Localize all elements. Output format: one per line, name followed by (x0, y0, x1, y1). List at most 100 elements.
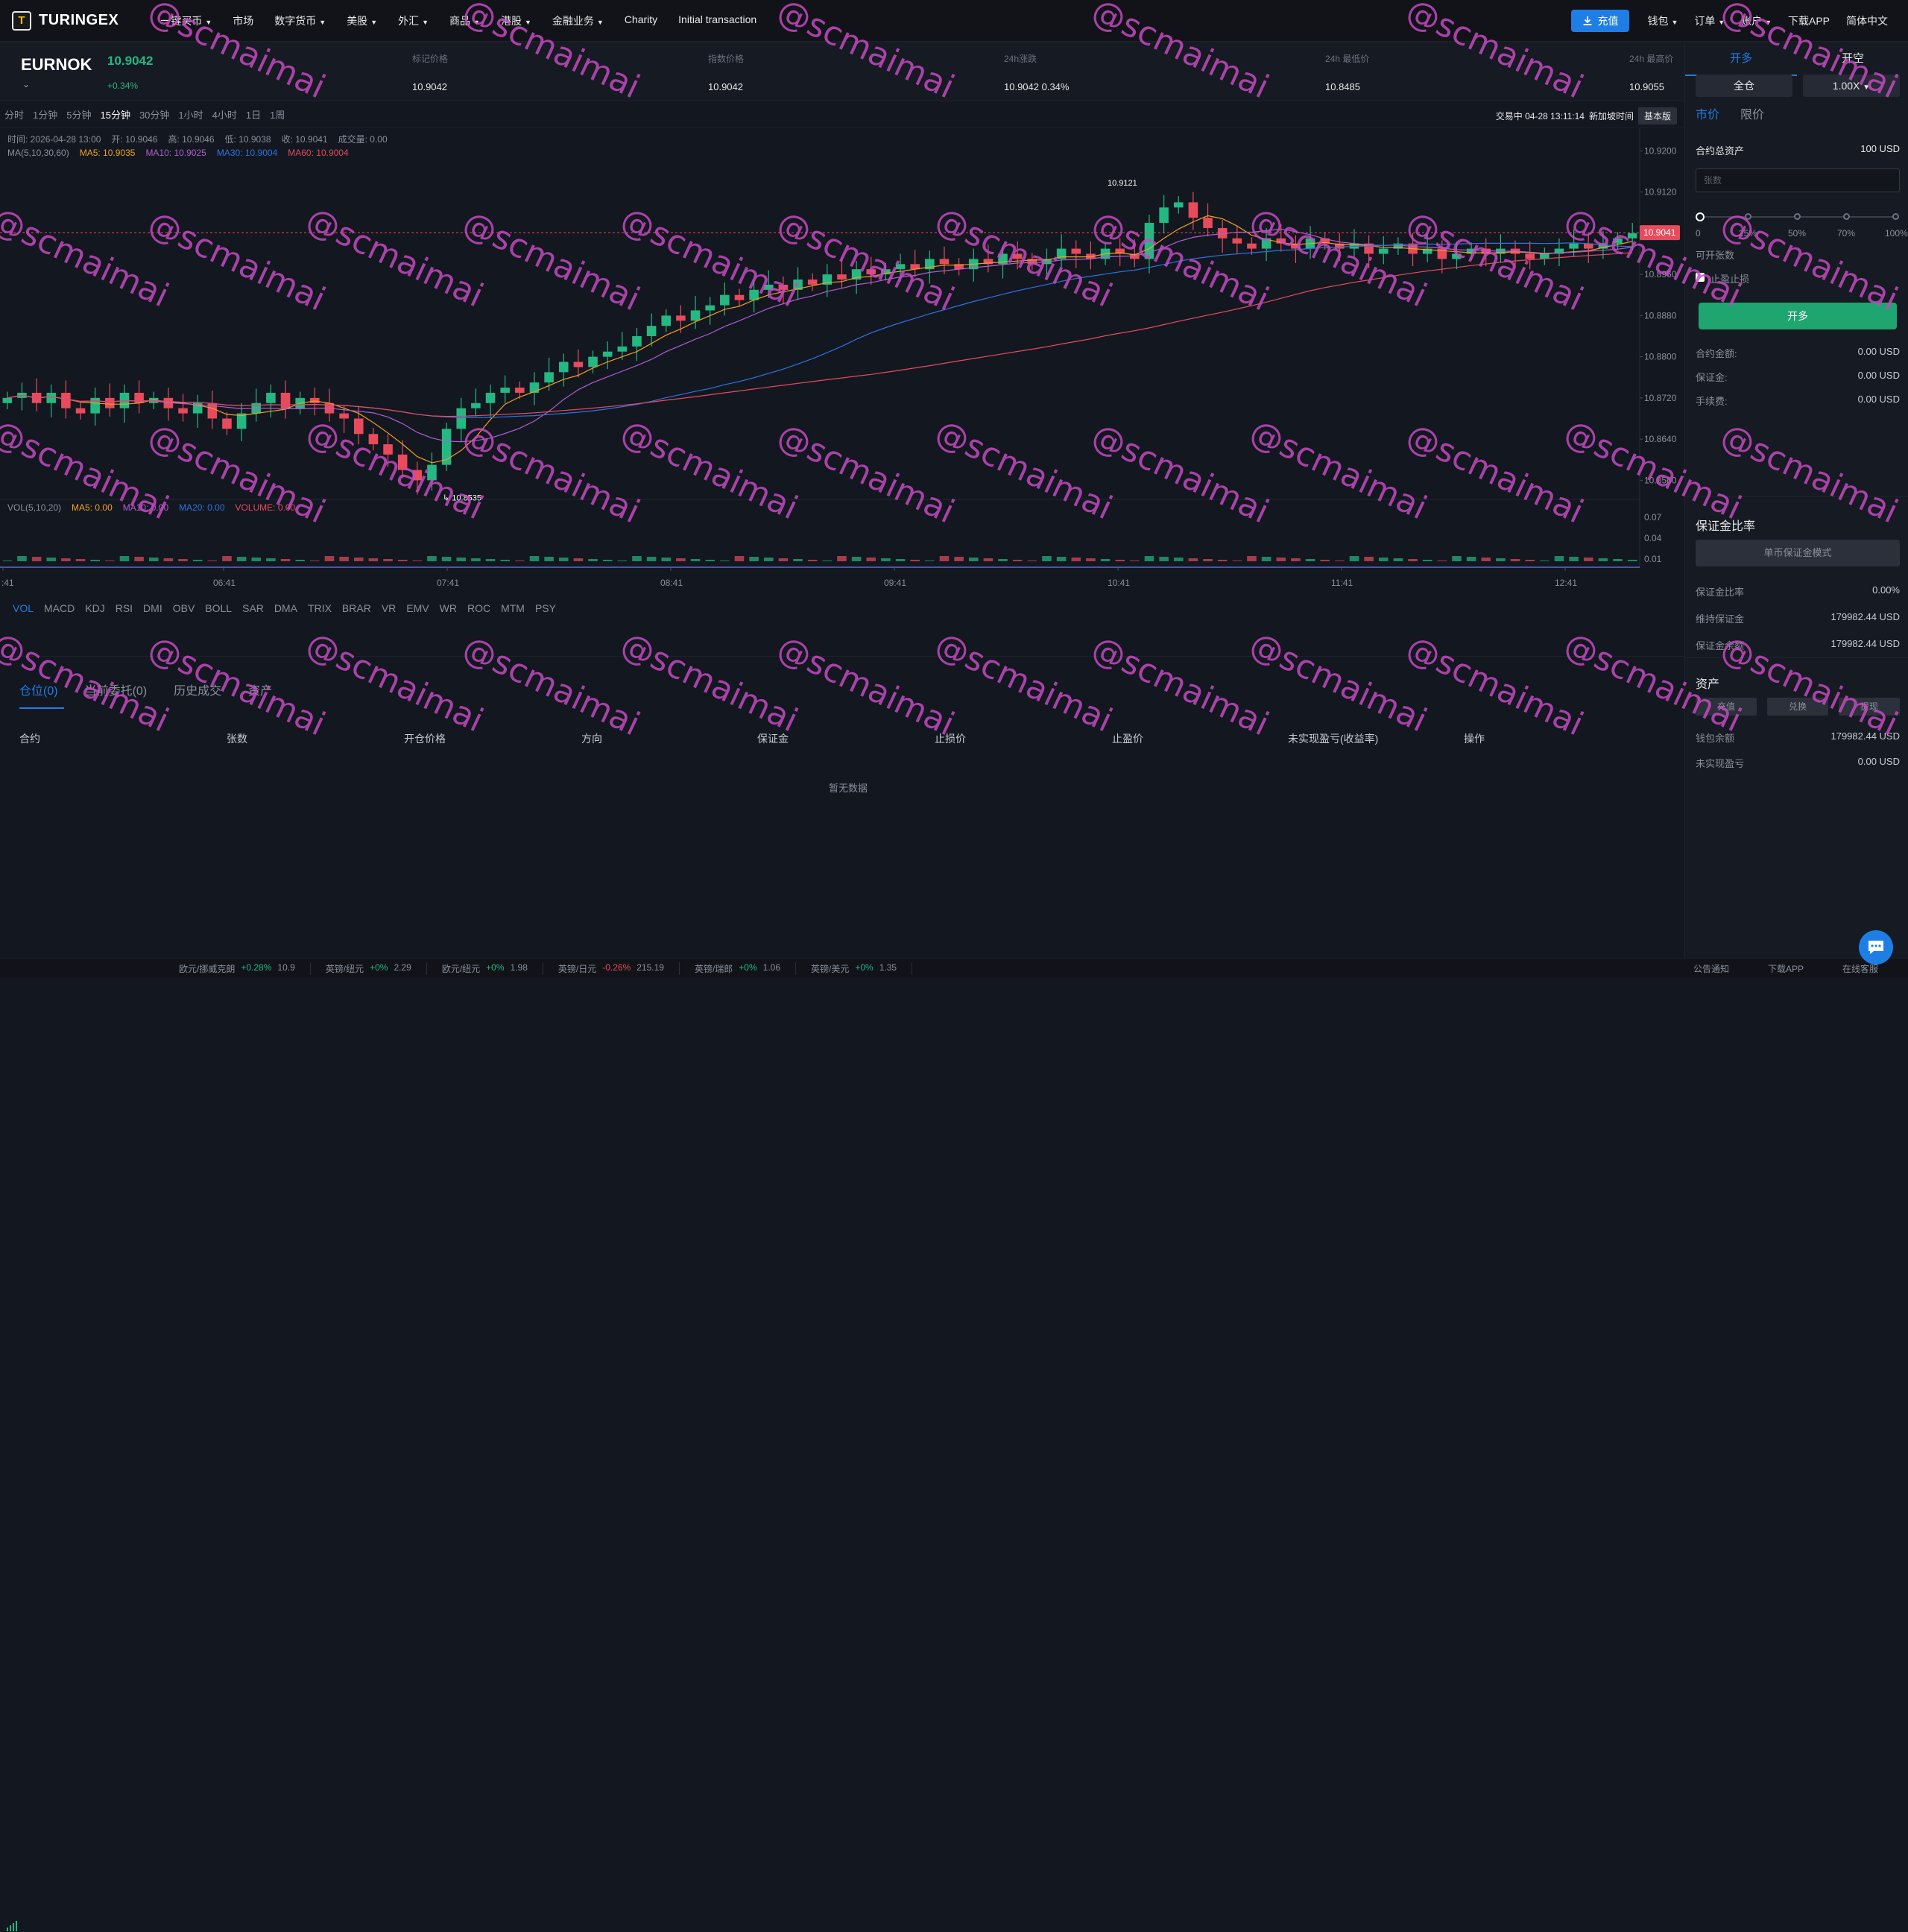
slider-stop-100[interactable] (1892, 213, 1899, 220)
nav-orders[interactable]: 订单 ▼ (1686, 13, 1733, 28)
current-price-label: 10.9041 (1643, 227, 1676, 238)
indicator-sar[interactable]: SAR (237, 602, 269, 614)
order-type-limit[interactable]: 限价 (1740, 104, 1764, 122)
tf-1h[interactable]: 1小时 (174, 107, 207, 121)
time-tick-label: 12:41 (1555, 578, 1577, 588)
slider-stop-50[interactable] (1794, 213, 1801, 220)
logo[interactable]: T TURINGEX (12, 10, 119, 31)
indicator-rsi[interactable]: RSI (110, 602, 138, 614)
status-ticker[interactable]: 英镑/瑞郎 +0% 1.06 (680, 962, 797, 975)
indicator-macd[interactable]: MACD (39, 602, 80, 614)
candlestick-chart[interactable]: 10.920010.912010.904010.896010.888010.88… (0, 128, 1684, 598)
slider-handle[interactable] (1696, 212, 1705, 221)
nav-charity[interactable]: Charity (614, 13, 668, 28)
nav-quick-buy[interactable]: 一键买币 ▼ (150, 13, 222, 28)
volume-bar (1627, 560, 1637, 561)
price-tick-label: 10.9200 (1644, 145, 1677, 156)
nav-download-app[interactable]: 下载APP (1780, 13, 1838, 28)
tf-4h[interactable]: 4小时 (208, 107, 241, 121)
slider-stop-25[interactable] (1745, 213, 1751, 220)
candle-body (807, 280, 818, 285)
margin-mode-select[interactable]: 全仓 (1696, 75, 1792, 97)
time-tick-label: :41 (1, 578, 14, 588)
tf-15m[interactable]: 15分钟 (95, 107, 134, 121)
active-tab-indicator (19, 707, 64, 709)
nav-commodities[interactable]: 商品 ▼ (439, 13, 490, 28)
indicator-trix[interactable]: TRIX (303, 602, 337, 614)
tf-30m[interactable]: 30分钟 (135, 107, 174, 121)
indicator-vol[interactable]: VOL (7, 602, 39, 614)
tf-5m[interactable]: 5分钟 (62, 107, 95, 121)
basic-version-button[interactable]: 基本版 (1637, 107, 1677, 124)
price-tick-label: 10.8800 (1644, 352, 1677, 362)
candle-body (1173, 202, 1184, 208)
positions-tabs: 仓位(0) 当前委托(0) 历史成交 资产 (19, 681, 272, 698)
status-ticker[interactable]: 欧元/纽元 +0% 1.98 (427, 962, 543, 975)
tf-1d[interactable]: 1日 (241, 107, 265, 121)
indicator-emv[interactable]: EMV (401, 602, 434, 614)
leverage-select[interactable]: 1.00X ▼ (1803, 75, 1900, 97)
language-selector[interactable]: 简体中文 (1838, 13, 1896, 28)
indicator-mtm[interactable]: MTM (496, 602, 530, 614)
nav-account[interactable]: 账户 ▼ (1733, 13, 1780, 28)
candle-body (515, 388, 525, 393)
nav-wallet[interactable]: 钱包 ▼ (1640, 13, 1687, 28)
indicator-roc[interactable]: ROC (462, 602, 496, 614)
download-app-link[interactable]: 下载APP (1768, 962, 1804, 975)
candle-body (676, 315, 686, 321)
nav-finance[interactable]: 金融业务 ▼ (542, 13, 614, 28)
checkbox[interactable] (1696, 273, 1705, 282)
status-ticker[interactable]: 英镑/纽元 +0% 2.29 (311, 962, 427, 975)
candle-body (646, 326, 657, 336)
tf-line[interactable]: 分时 (0, 107, 28, 121)
indicator-vr[interactable]: VR (376, 602, 401, 614)
tab-open-short[interactable]: 开空 (1797, 42, 1908, 76)
chat-icon[interactable] (1859, 930, 1893, 965)
tab-positions[interactable]: 仓位(0) (19, 681, 58, 698)
tab-open-orders[interactable]: 当前委托(0) (85, 681, 148, 698)
nav-us-stocks[interactable]: 美股 ▼ (336, 13, 388, 28)
order-type-market[interactable]: 市价 (1696, 104, 1719, 122)
last-price: 10.9042 (107, 54, 154, 68)
volume-legend: VOL(5,10,20) MA5: 0.00 MA10: 0.00 MA20: … (7, 502, 296, 513)
status-ticker[interactable]: 欧元/挪威克朗 +0.28% 10.9 (164, 962, 311, 975)
volume-tick-label: 0.07 (1644, 512, 1662, 523)
open-long-button[interactable]: 开多 (1699, 303, 1897, 329)
symbol-selector[interactable]: EURNOK (21, 55, 92, 75)
nav-crypto[interactable]: 数字货币 ▼ (264, 13, 336, 28)
volume-bar (163, 558, 174, 561)
announcements-link[interactable]: 公告通知 (1693, 962, 1729, 975)
indicator-wr[interactable]: WR (435, 602, 462, 614)
quantity-input[interactable]: 张数 (1696, 168, 1900, 192)
indicator-psy[interactable]: PSY (530, 602, 561, 614)
nav-initial-transaction[interactable]: Initial transaction (668, 13, 767, 28)
tf-1w[interactable]: 1周 (265, 107, 289, 121)
indicator-dma[interactable]: DMA (269, 602, 303, 614)
slider-stop-70[interactable] (1843, 213, 1850, 220)
tab-trade-history[interactable]: 历史成交 (174, 681, 221, 698)
nav-forex[interactable]: 外汇 ▼ (388, 13, 439, 28)
tab-open-long[interactable]: 开多 (1685, 42, 1797, 76)
tpsl-toggle[interactable]: 止盈止损 (1696, 271, 1900, 285)
asset-exchange-button[interactable]: 兑换 (1767, 698, 1828, 716)
indicator-obv[interactable]: OBV (168, 602, 200, 614)
indicator-boll[interactable]: BOLL (200, 602, 237, 614)
candle-body (588, 356, 598, 367)
tab-assets[interactable]: 资产 (248, 681, 272, 698)
tf-1m[interactable]: 1分钟 (28, 107, 62, 121)
nav-market[interactable]: 市场 (222, 13, 264, 28)
unrealized-pnl-row: 未实现盈亏 0.00 USD (1696, 756, 1900, 769)
volume-bar (1012, 560, 1023, 561)
asset-deposit-button[interactable]: 充值 (1696, 698, 1757, 716)
indicator-brar[interactable]: BRAR (337, 602, 376, 614)
asset-withdraw-button[interactable]: 提现 (1839, 698, 1900, 716)
chevron-down-icon[interactable]: ⌄ (22, 79, 30, 89)
status-ticker[interactable]: 英镑/日元 -0.26% 215.19 (543, 962, 680, 975)
indicator-dmi[interactable]: DMI (138, 602, 168, 614)
deposit-button[interactable]: 充值 (1570, 9, 1629, 32)
indicator-kdj[interactable]: KDJ (80, 602, 110, 614)
nav-hk-stocks[interactable]: 港股 ▼ (490, 13, 542, 28)
status-ticker[interactable]: 英镑/美元 +0% 1.35 (796, 962, 913, 975)
margin-mode-button[interactable]: 单币保证金模式 (1696, 540, 1900, 566)
col-contract: 合约 (19, 733, 40, 745)
